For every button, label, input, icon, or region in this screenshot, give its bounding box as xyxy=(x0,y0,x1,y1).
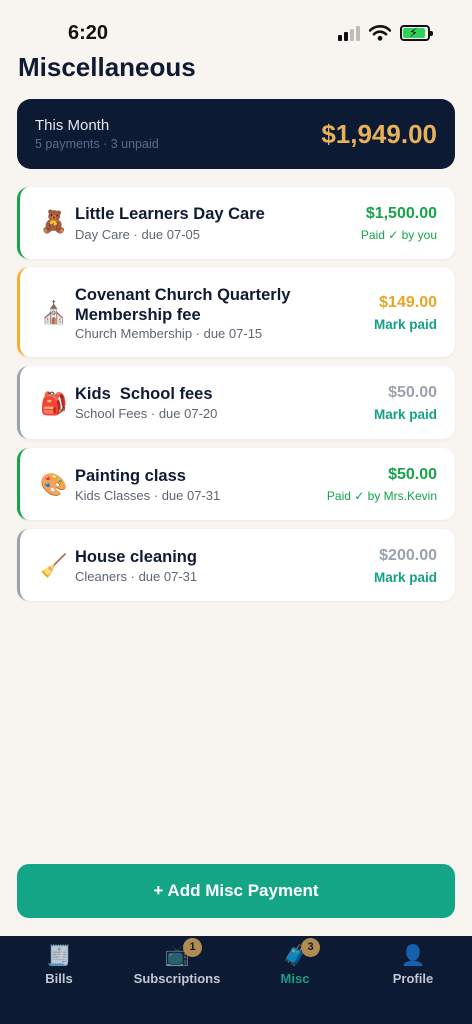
payment-subtitle: Cleaners · due 07-31 xyxy=(75,569,198,584)
payment-card-church[interactable]: ⛪ Covenant Church Quarterly Membership f… xyxy=(17,267,455,357)
misc-badge: 3 xyxy=(301,938,320,957)
payment-title: Painting class xyxy=(75,467,186,485)
payment-title: Covenant Church Quarterly Membership fee xyxy=(75,286,291,324)
luggage-icon: 🧳 3 xyxy=(282,938,320,968)
cellular-signal-icon xyxy=(338,25,360,41)
status-icons: ⚡ xyxy=(338,25,433,41)
subscriptions-badge: 1 xyxy=(183,938,202,957)
payment-card-house-cleaning[interactable]: 🧹 House cleaning Cleaners · due 07-31 $2… xyxy=(17,529,455,601)
summary-label: This Month xyxy=(35,117,110,134)
payment-card-school-fees[interactable]: 🎒 Kids School fees School Fees · due 07-… xyxy=(17,366,455,439)
bottom-tab-bar: 🧾 Bills 📺 1 Subscriptions 🧳 3 Misc 👤 Pro… xyxy=(0,936,472,1024)
month-summary-card: This Month 5 payments · 3 unpaid $1,949.… xyxy=(17,99,455,169)
mark-paid-button[interactable]: Mark paid xyxy=(374,570,437,585)
payment-subtitle: Church Membership · due 07-15 xyxy=(75,326,263,341)
status-bar: 6:20 ⚡ xyxy=(0,0,472,52)
tab-label: Bills xyxy=(45,971,73,986)
wifi-icon xyxy=(369,25,391,41)
payment-amount: $200.00 xyxy=(379,547,437,564)
teddy-bear-icon: 🧸 xyxy=(40,209,68,234)
mark-paid-button[interactable]: Mark paid xyxy=(374,407,437,422)
person-icon: 👤 xyxy=(400,945,426,967)
broom-icon: 🧹 xyxy=(40,553,68,578)
paid-status: Paid ✓ by Mrs.Kevin xyxy=(326,489,437,503)
tab-label: Subscriptions xyxy=(133,971,221,986)
payment-amount: $50.00 xyxy=(388,466,437,483)
payment-amount: $50.00 xyxy=(388,384,437,401)
receipt-icon: 🧾 xyxy=(46,945,72,967)
payment-title: House cleaning xyxy=(75,548,197,566)
payment-card-painting[interactable]: 🎨 Painting class Kids Classes · due 07-3… xyxy=(17,448,455,520)
payment-amount: $1,500.00 xyxy=(365,205,437,222)
payment-card-day-care[interactable]: 🧸 Little Learners Day Care Day Care · du… xyxy=(17,187,455,259)
payment-subtitle: School Fees · due 07-20 xyxy=(75,406,218,421)
payment-subtitle: Kids Classes · due 07-31 xyxy=(75,488,221,503)
tab-label: Profile xyxy=(392,971,434,986)
page-title: Miscellaneous xyxy=(18,52,196,82)
payment-title: Kids School fees xyxy=(75,385,213,403)
summary-total: $1,949.00 xyxy=(321,119,437,149)
backpack-icon: 🎒 xyxy=(40,391,68,416)
palette-icon: 🎨 xyxy=(40,472,68,497)
add-misc-payment-button[interactable]: + Add Misc Payment xyxy=(17,864,455,918)
tab-label: Misc xyxy=(280,971,310,986)
tab-bills[interactable]: 🧾 Bills xyxy=(0,944,118,986)
payment-amount: $149.00 xyxy=(379,294,437,311)
tv-icon: 📺 1 xyxy=(164,938,202,968)
tab-misc[interactable]: 🧳 3 Misc xyxy=(236,938,354,986)
payment-subtitle: Day Care · due 07-05 xyxy=(75,227,201,242)
battery-charging-icon: ⚡ xyxy=(400,25,433,41)
church-icon: ⛪ xyxy=(40,300,68,325)
paid-status: Paid ✓ by you xyxy=(360,228,437,242)
mark-paid-button[interactable]: Mark paid xyxy=(374,317,437,332)
tab-profile[interactable]: 👤 Profile xyxy=(354,944,472,986)
status-time: 6:20 xyxy=(68,22,109,44)
summary-subtitle: 5 payments · 3 unpaid xyxy=(35,137,159,151)
payment-title: Little Learners Day Care xyxy=(75,205,265,223)
tab-subscriptions[interactable]: 📺 1 Subscriptions xyxy=(118,938,236,986)
